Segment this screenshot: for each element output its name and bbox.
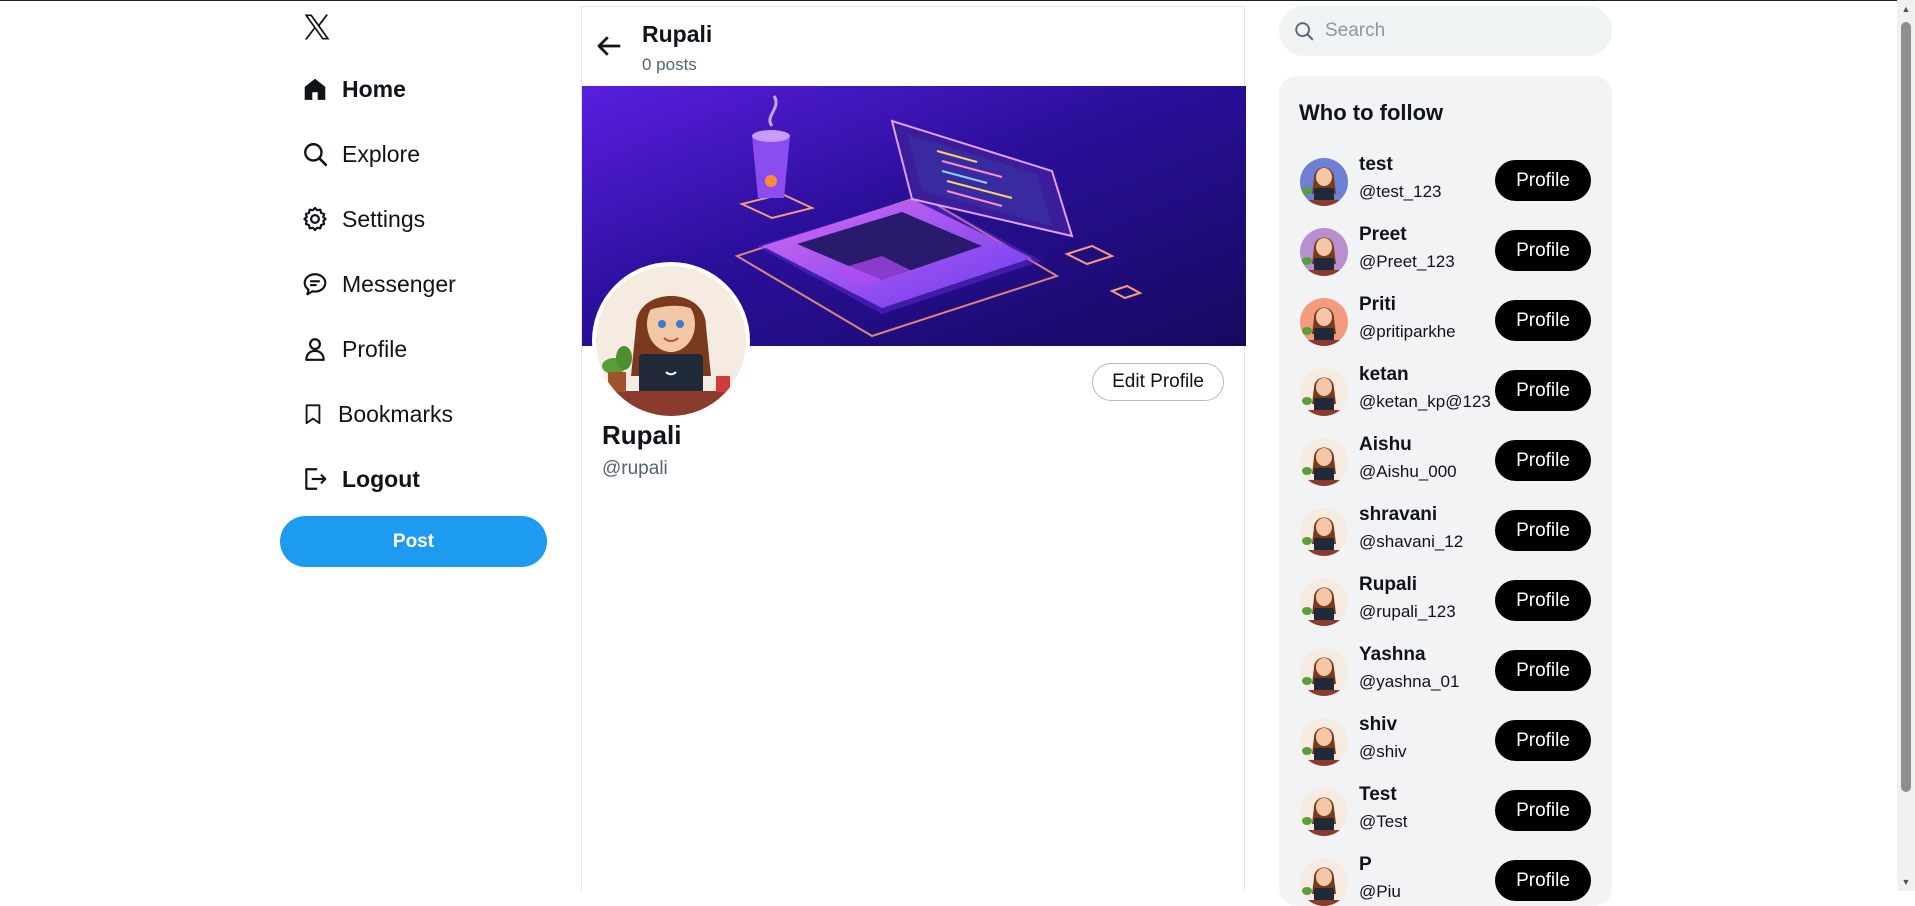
avatar[interactable] — [1300, 578, 1348, 626]
follow-suggestion-item: Preet @Preet_123 Profile — [1279, 218, 1612, 288]
follow-suggestion-item: shravani @shavani_12 Profile — [1279, 498, 1612, 568]
sidebar-item-label: Settings — [342, 205, 426, 232]
avatar[interactable] — [1300, 718, 1348, 766]
view-profile-button[interactable]: Profile — [1495, 860, 1591, 901]
profile-avatar[interactable] — [592, 262, 750, 420]
chat-icon — [303, 273, 327, 296]
suggestion-handle: @rupali_123 — [1359, 602, 1456, 621]
search-bar[interactable] — [1279, 6, 1612, 56]
sidebar-item-bookmarks[interactable]: Bookmarks — [302, 392, 453, 436]
sidebar-item-explore[interactable]: Explore — [302, 132, 420, 176]
suggestion-handle: @Aishu_000 — [1359, 462, 1457, 481]
follow-suggestion-item: test @test_123 Profile — [1279, 148, 1612, 218]
suggestion-name: Test — [1359, 784, 1397, 805]
suggestion-name: shravani — [1359, 504, 1438, 525]
suggestion-name: Priti — [1359, 294, 1396, 315]
logout-icon — [305, 468, 327, 490]
post-button[interactable]: Post — [280, 516, 547, 567]
who-to-follow-title: Who to follow — [1299, 100, 1444, 125]
search-icon — [304, 143, 328, 167]
suggestion-name: P — [1359, 854, 1372, 875]
back-arrow-icon[interactable] — [594, 31, 624, 61]
follow-suggestion-item: Rupali @rupali_123 Profile — [1279, 568, 1612, 638]
view-profile-button[interactable]: Profile — [1495, 440, 1591, 481]
page-scrollbar[interactable]: ▲ ▼ — [1897, 0, 1915, 891]
x-logo-icon[interactable] — [302, 10, 332, 44]
profile-main: Rupali 0 posts Edit Profile Rupali @rupa… — [581, 6, 1246, 891]
follow-suggestion-item: shiv @shiv Profile — [1279, 708, 1612, 778]
gear-icon — [303, 206, 327, 232]
suggestion-handle: @Piu — [1359, 882, 1401, 901]
suggestion-name: Aishu — [1359, 434, 1412, 455]
suggestion-handle: @test_123 — [1359, 182, 1442, 201]
profile-name: Rupali — [602, 420, 682, 450]
sidebar-item-label: Bookmarks — [338, 400, 454, 427]
avatar[interactable] — [1300, 438, 1348, 486]
view-profile-button[interactable]: Profile — [1495, 230, 1591, 271]
follow-suggestion-item: Test @Test Profile — [1279, 778, 1612, 848]
suggestion-handle: @shiv — [1359, 742, 1407, 761]
suggestion-name: Preet — [1359, 224, 1407, 245]
profile-header: Rupali 0 posts — [582, 6, 1244, 86]
sidebar-item-label: Profile — [342, 335, 408, 362]
avatar[interactable] — [1300, 508, 1348, 556]
follow-suggestion-item: ketan @ketan_kp@123 Profile — [1279, 358, 1612, 428]
header-name: Rupali — [642, 21, 713, 47]
suggestion-handle: @pritiparkhe — [1359, 322, 1456, 341]
avatar-illustration — [596, 266, 746, 416]
suggestion-name: Yashna — [1359, 644, 1426, 665]
sidebar-item-messenger[interactable]: Messenger — [302, 262, 456, 306]
who-to-follow-panel: Who to follow test @test_123 Profile Preet @… — [1279, 76, 1612, 906]
suggestion-name: Rupali — [1359, 574, 1418, 595]
avatar[interactable] — [1300, 788, 1348, 836]
view-profile-button[interactable]: Profile — [1495, 300, 1591, 341]
follow-suggestion-item: Priti @pritiparkhe Profile — [1279, 288, 1612, 358]
view-profile-button[interactable]: Profile — [1495, 720, 1591, 761]
avatar[interactable] — [1300, 298, 1348, 346]
sidebar-item-profile[interactable]: Profile — [302, 327, 407, 371]
suggestion-name: shiv — [1359, 714, 1398, 735]
suggestion-handle: @Test — [1359, 812, 1408, 831]
avatar[interactable] — [1300, 158, 1348, 206]
view-profile-button[interactable]: Profile — [1495, 580, 1591, 621]
search-input[interactable] — [1325, 20, 1585, 42]
view-profile-button[interactable]: Profile — [1495, 160, 1591, 201]
avatar[interactable] — [1300, 368, 1348, 416]
view-profile-button[interactable]: Profile — [1495, 650, 1591, 691]
sidebar-item-home[interactable]: Home — [302, 67, 406, 111]
scroll-down-arrow-icon[interactable]: ▼ — [1901, 877, 1911, 887]
user-icon — [305, 338, 325, 361]
follow-suggestion-item: Yashna @yashna_01 Profile — [1279, 638, 1612, 708]
avatar[interactable] — [1300, 858, 1348, 906]
suggestion-handle: @ketan_kp@123 — [1359, 392, 1491, 411]
view-profile-button[interactable]: Profile — [1495, 370, 1591, 411]
sidebar-item-label: Messenger — [342, 270, 456, 297]
avatar[interactable] — [1300, 648, 1348, 696]
sidebar-item-settings[interactable]: Settings — [302, 197, 425, 241]
view-profile-button[interactable]: Profile — [1495, 790, 1591, 831]
sidebar-item-label: Home — [342, 75, 406, 102]
sidebar-item-label: Explore — [342, 140, 420, 167]
suggestion-name: test — [1359, 154, 1393, 175]
header-post-count: 0 posts — [642, 55, 697, 74]
view-profile-button[interactable]: Profile — [1495, 510, 1591, 551]
window-top-border — [0, 0, 1915, 1]
scroll-up-arrow-icon[interactable]: ▲ — [1901, 4, 1911, 14]
avatar[interactable] — [1300, 228, 1348, 276]
search-icon — [1295, 22, 1314, 41]
sidebar-item-label: Logout — [342, 465, 420, 492]
suggestion-handle: @Preet_123 — [1359, 252, 1455, 271]
home-icon — [304, 78, 326, 100]
suggestion-name: ketan — [1359, 364, 1409, 385]
edit-profile-button[interactable]: Edit Profile — [1092, 363, 1224, 401]
bookmark-icon — [305, 404, 321, 425]
sidebar-item-logout[interactable]: Logout — [302, 457, 420, 501]
scrollbar-thumb[interactable] — [1901, 22, 1911, 792]
profile-handle: @rupali — [602, 458, 668, 479]
follow-suggestion-item: Aishu @Aishu_000 Profile — [1279, 428, 1612, 498]
suggestion-handle: @shavani_12 — [1359, 532, 1464, 551]
suggestion-handle: @yashna_01 — [1359, 672, 1460, 691]
follow-suggestion-item: P @Piu Profile — [1279, 848, 1612, 906]
